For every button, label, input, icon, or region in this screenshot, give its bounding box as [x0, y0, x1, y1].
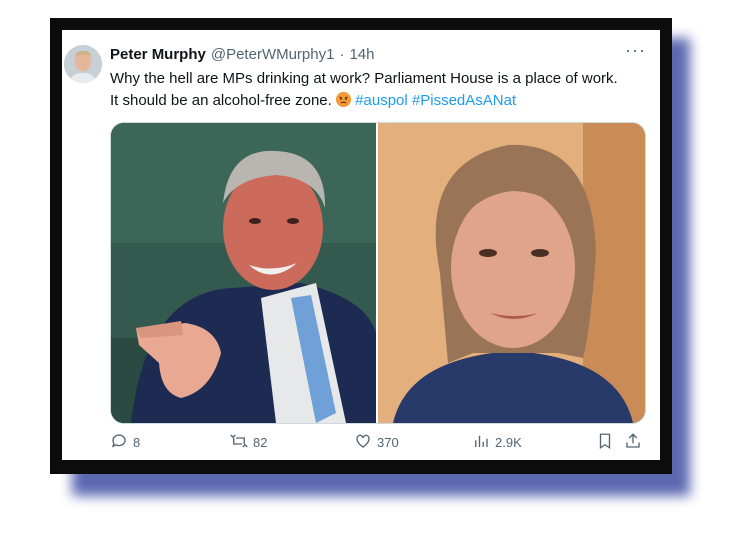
more-options-icon[interactable]: ···: [625, 40, 646, 61]
tweet-text: Why the hell are MPs drinking at work? P…: [110, 68, 650, 112]
separator: ·: [339, 45, 345, 63]
tweet-card[interactable]: Peter Murphy @PeterWMurphy1 · 14h ··· Wh…: [62, 30, 660, 460]
tweet-text-line2: It should be an alcohol-free zone.: [110, 92, 332, 109]
tweet-actions: 8 82 370 2.9K: [108, 430, 648, 454]
tweet-text-line1: Why the hell are MPs drinking at work? P…: [110, 70, 618, 87]
bookmark-icon: [596, 432, 614, 453]
share-button[interactable]: [624, 432, 642, 453]
reply-count: 8: [133, 434, 141, 450]
share-icon: [624, 432, 642, 453]
bookmark-button[interactable]: [596, 432, 614, 453]
reply-button[interactable]: 8: [110, 432, 140, 453]
views-button[interactable]: 2.9K: [472, 432, 522, 453]
tweet-header: Peter Murphy @PeterWMurphy1 · 14h: [110, 44, 646, 64]
screenshot-frame: Peter Murphy @PeterWMurphy1 · 14h ··· Wh…: [50, 18, 672, 474]
like-count: 370: [377, 434, 399, 450]
angry-face-icon: [336, 92, 351, 107]
avatar[interactable]: [64, 45, 102, 83]
media-image-right[interactable]: [378, 123, 645, 423]
retweet-button[interactable]: 82: [230, 432, 267, 453]
reply-icon: [110, 432, 128, 453]
tweet-media[interactable]: [110, 122, 646, 424]
retweet-count: 82: [253, 434, 268, 450]
hashtag-pissedasanat[interactable]: #PissedAsANat: [412, 92, 516, 109]
author-name[interactable]: Peter Murphy: [110, 46, 206, 63]
views-icon: [472, 432, 490, 453]
timestamp[interactable]: 14h: [349, 46, 374, 63]
author-handle[interactable]: @PeterWMurphy1: [211, 46, 335, 63]
views-count: 2.9K: [495, 434, 522, 450]
retweet-icon: [230, 432, 248, 453]
like-button[interactable]: 370: [354, 432, 399, 453]
media-image-left[interactable]: [111, 123, 376, 423]
heart-icon: [354, 432, 372, 453]
hashtag-auspol[interactable]: #auspol: [355, 92, 408, 109]
